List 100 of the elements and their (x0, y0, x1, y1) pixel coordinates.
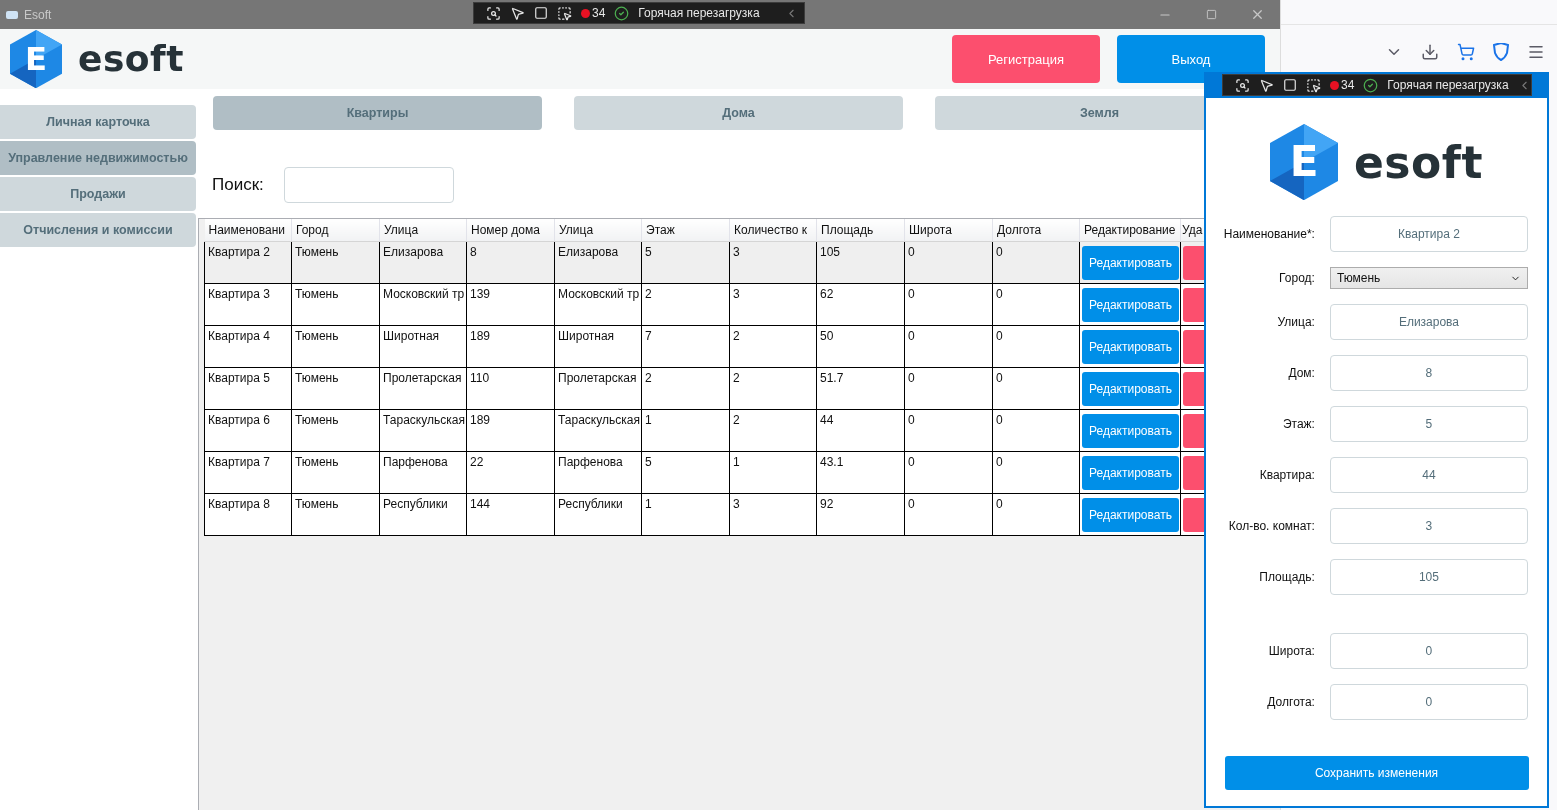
table-cell: Широтная (554, 325, 642, 367)
field-label: Улица: (1276, 315, 1315, 330)
check-icon (1363, 77, 1379, 93)
edit-button[interactable]: Редактировать (1082, 455, 1179, 490)
column-header[interactable]: Широта (904, 219, 993, 241)
square-icon[interactable] (1283, 78, 1297, 92)
input-field[interactable]: 5 (1329, 406, 1528, 443)
search-label: Поиск: (212, 175, 264, 195)
selection-pointer-icon[interactable] (557, 5, 572, 21)
logo-icon: E (10, 29, 62, 89)
table-cell: 139 (466, 283, 555, 325)
column-header[interactable]: Количество к (729, 219, 817, 241)
field-label: Площадь: (1258, 570, 1315, 585)
column-header[interactable]: Долгота (992, 219, 1080, 241)
edit-button[interactable]: Редактировать (1082, 245, 1179, 280)
column-header[interactable]: Редактирование (1079, 219, 1181, 241)
error-icon (1330, 80, 1339, 90)
column-header[interactable]: Улица (554, 219, 642, 241)
column-header[interactable]: Улица (379, 219, 467, 241)
cart-icon[interactable] (1457, 42, 1475, 61)
table-cell: Тюмень (291, 451, 380, 493)
table-cell: Квартира 6 (204, 409, 292, 451)
table-cell: 105 (816, 241, 905, 283)
hot-reload-status: Горячая перезагрузка (1387, 78, 1509, 92)
input-field[interactable]: 0 (1329, 633, 1528, 670)
selection-pointer-icon[interactable] (1306, 77, 1321, 93)
table-cell: 22 (466, 451, 555, 493)
edit-button[interactable]: Редактировать (1082, 287, 1179, 322)
table-cell: 110 (466, 367, 555, 409)
table-cell: 0 (992, 409, 1080, 451)
input-field[interactable]: Квартира 2 (1329, 216, 1528, 253)
input-field[interactable]: 8 (1329, 355, 1528, 392)
input-field[interactable]: 3 (1329, 508, 1528, 545)
live-tree-icon[interactable] (1235, 77, 1250, 93)
column-header[interactable]: Этаж (641, 219, 730, 241)
table-cell: 44 (816, 409, 905, 451)
table-cell: 2 (729, 409, 817, 451)
table-cell: Тюмень (291, 493, 380, 535)
sidebar-item[interactable]: Личная карточка (0, 105, 196, 139)
edit-button[interactable]: Редактировать (1082, 497, 1179, 532)
error-count: 34 (592, 6, 606, 20)
table-cell: 0 (904, 241, 993, 283)
live-tree-icon[interactable] (486, 5, 501, 21)
table-cell: Московский тр (554, 283, 642, 325)
table-cell: 1 (641, 409, 730, 451)
edit-button[interactable]: Редактировать (1082, 371, 1179, 406)
table-cell: Тюмень (291, 325, 380, 367)
table-cell: 189 (466, 325, 555, 367)
error-icon (581, 8, 590, 18)
table-cell: Квартира 2 (204, 241, 292, 283)
table-cell: 8 (466, 241, 555, 283)
pointer-icon[interactable] (1259, 77, 1274, 93)
table-cell: Республики (379, 493, 467, 535)
table-cell: 5 (641, 241, 730, 283)
table-cell: Пролетарская (379, 367, 467, 409)
column-header[interactable]: Город (291, 219, 380, 241)
table-cell: Квартира 8 (204, 493, 292, 535)
column-header[interactable]: Номер дома (466, 219, 555, 241)
table-cell: 3 (729, 241, 817, 283)
register-button[interactable]: Регистрация (952, 35, 1100, 83)
field-label: Квартира: (1258, 468, 1315, 483)
column-header[interactable]: Площадь (816, 219, 905, 241)
table-cell: Парфенова (554, 451, 642, 493)
field-label: Этаж: (1281, 417, 1315, 432)
sidebar-item[interactable]: Отчисления и комиссии (0, 213, 196, 247)
input-field[interactable]: 0 (1329, 684, 1528, 721)
city-select[interactable]: Тюмень (1329, 267, 1528, 290)
table-cell: 0 (992, 493, 1080, 535)
table-cell: 0 (904, 451, 993, 493)
shield-icon[interactable] (1493, 42, 1509, 61)
table-cell: 3 (729, 493, 817, 535)
square-icon[interactable] (534, 6, 548, 20)
save-button[interactable]: Сохранить изменения (1224, 756, 1529, 791)
table-cell: 1 (729, 451, 817, 493)
table-cell: 0 (904, 409, 993, 451)
table-cell: 189 (466, 409, 555, 451)
column-header[interactable]: Наименовани (204, 219, 292, 241)
search-field[interactable] (283, 167, 454, 203)
tab[interactable]: Дома (574, 96, 903, 130)
pointer-icon[interactable] (510, 5, 525, 21)
table-cell: Тюмень (291, 283, 380, 325)
table-cell: 5 (641, 451, 730, 493)
download-icon[interactable] (1421, 42, 1439, 61)
table-cell: 0 (904, 325, 993, 367)
maximize-icon[interactable] (1205, 9, 1217, 20)
input-field[interactable]: Елизарова (1329, 304, 1528, 341)
sidebar-item[interactable]: Продажи (0, 177, 196, 211)
table-cell: 2 (729, 325, 817, 367)
table-cell: 92 (816, 493, 905, 535)
edit-button[interactable]: Редактировать (1082, 329, 1179, 364)
table-cell: 0 (992, 325, 1080, 367)
table-cell: Республики (554, 493, 642, 535)
table-cell: Елизарова (554, 241, 642, 283)
table-cell: 7 (641, 325, 730, 367)
hot-reload-status: Горячая перезагрузка (638, 6, 760, 20)
logout-button[interactable]: Выход (1117, 35, 1265, 83)
table-cell: 0 (992, 241, 1080, 283)
input-field[interactable]: 105 (1329, 559, 1528, 596)
edit-button[interactable]: Редактировать (1082, 413, 1179, 448)
input-field[interactable]: 44 (1329, 457, 1528, 494)
